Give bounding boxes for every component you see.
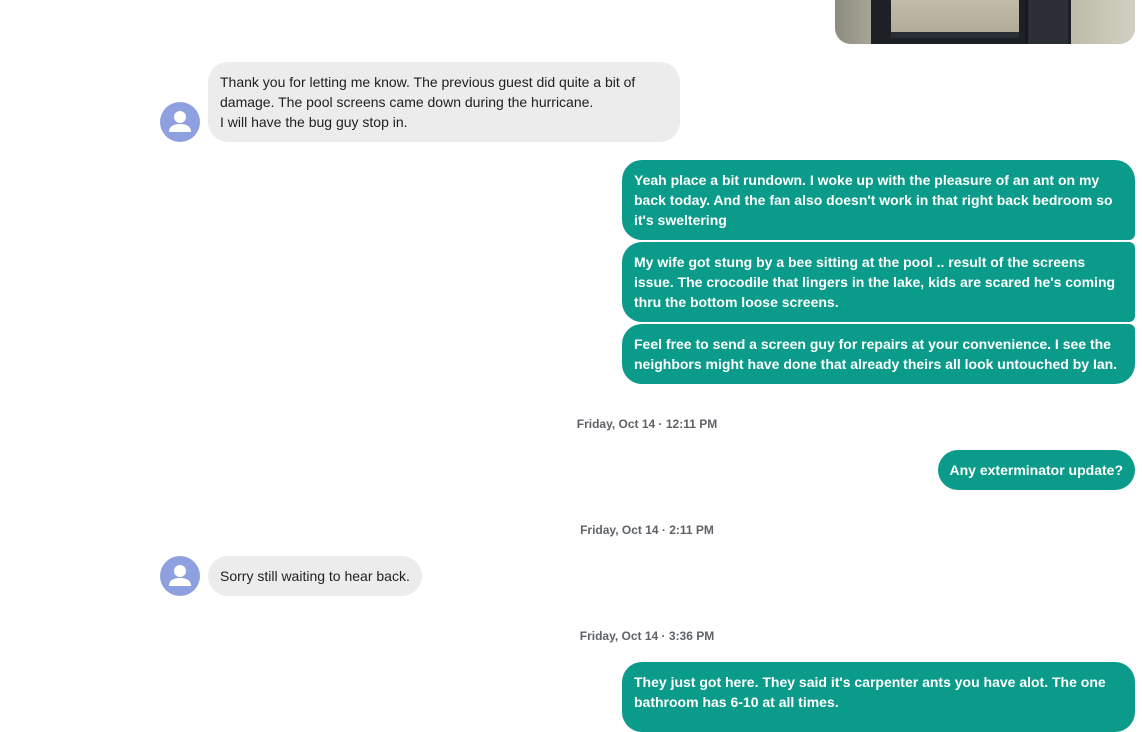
message-bubble-incoming[interactable]: Sorry still waiting to hear back. (208, 556, 422, 596)
message-timestamp: Friday, Oct 14 · 2:11 PM (580, 523, 714, 537)
message-bubble-outgoing[interactable]: Feel free to send a screen guy for repai… (622, 324, 1135, 384)
photo-attachment[interactable] (835, 0, 1135, 44)
message-bubble-outgoing[interactable]: Any exterminator update? (937, 450, 1135, 490)
message-timestamp: Friday, Oct 14 · 3:36 PM (579, 629, 715, 643)
contact-avatar[interactable] (160, 102, 200, 142)
message-bubble-incoming[interactable]: Thank you for letting me know. The previ… (208, 62, 680, 142)
contact-avatar[interactable] (160, 556, 200, 596)
message-bubble-outgoing[interactable]: They just got here. They said it's carpe… (622, 662, 1135, 732)
message-bubble-outgoing[interactable]: Yeah place a bit rundown. I woke up with… (622, 160, 1135, 240)
person-icon (169, 565, 191, 586)
message-bubble-outgoing[interactable]: My wife got stung by a bee sitting at th… (622, 242, 1135, 322)
message-timestamp: Friday, Oct 14 · 12:11 PM (576, 417, 718, 431)
message-thread: Thank you for letting me know. The previ… (0, 0, 1142, 732)
person-icon (169, 111, 191, 132)
